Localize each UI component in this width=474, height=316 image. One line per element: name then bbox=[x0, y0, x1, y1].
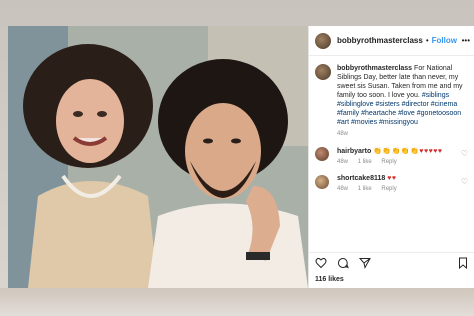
comment-item: hairbyarto 👏👏👏👏👏♥♥♥♥♥ 48w 1 like Reply ♡ bbox=[309, 137, 474, 165]
comment-reply-button[interactable]: Reply bbox=[381, 159, 396, 165]
author-avatar[interactable] bbox=[315, 32, 331, 49]
comment-heart-icon[interactable]: ♡ bbox=[461, 177, 468, 186]
comment-time: 48w bbox=[337, 186, 349, 192]
comment-meta: 48w 1 like Reply bbox=[337, 159, 455, 165]
more-icon[interactable]: ••• bbox=[462, 36, 470, 45]
bottom-background bbox=[0, 288, 474, 316]
comment-username[interactable]: hairbyarto bbox=[337, 148, 371, 155]
post-side-panel: bobbyrothmasterclass • Follow ••• bobbyr… bbox=[308, 26, 474, 288]
comment-icon[interactable] bbox=[337, 257, 349, 269]
header-separator: • bbox=[425, 36, 429, 45]
caption-avatar[interactable] bbox=[315, 64, 331, 80]
comment-avatar[interactable] bbox=[315, 175, 329, 189]
comment-item: shortcake8118 ♥♥ 48w 1 like Reply ♡ bbox=[309, 165, 474, 192]
comment-body: hairbyarto 👏👏👏👏👏♥♥♥♥♥ 48w 1 like Reply bbox=[337, 147, 455, 165]
comment-time: 48w bbox=[337, 159, 349, 165]
comment-avatar[interactable] bbox=[315, 147, 329, 161]
post-actions-bar bbox=[309, 252, 474, 272]
comment-heart-emojis: ♥♥♥♥♥ bbox=[419, 148, 443, 155]
comment-body: shortcake8118 ♥♥ 48w 1 like Reply bbox=[337, 175, 455, 192]
post-header: bobbyrothmasterclass • Follow ••• bbox=[309, 26, 474, 56]
screenshot-frame: bobbyrothmasterclass • Follow ••• bobbyr… bbox=[0, 0, 474, 316]
photo-illustration bbox=[8, 26, 308, 288]
comment-likes[interactable]: 1 like bbox=[358, 159, 372, 165]
comment-text: shortcake8118 ♥♥ bbox=[337, 175, 455, 182]
bookmark-icon[interactable] bbox=[457, 257, 469, 269]
comment-heart-icon[interactable]: ♡ bbox=[461, 149, 468, 158]
heart-icon[interactable] bbox=[315, 257, 327, 269]
comment-meta: 48w 1 like Reply bbox=[337, 186, 455, 192]
author-username[interactable]: bobbyrothmasterclass bbox=[337, 36, 423, 45]
post-photo[interactable] bbox=[8, 26, 308, 288]
caption-text: bobbyrothmasterclass For National Siblin… bbox=[337, 64, 468, 127]
comment-username[interactable]: shortcake8118 bbox=[337, 175, 385, 182]
caption-block: bobbyrothmasterclass For National Siblin… bbox=[309, 56, 474, 127]
comment-text: hairbyarto 👏👏👏👏👏♥♥♥♥♥ bbox=[337, 147, 455, 155]
comment-likes[interactable]: 1 like bbox=[358, 186, 372, 192]
share-icon[interactable] bbox=[359, 257, 371, 269]
comment-heart-emojis: ♥♥ bbox=[387, 175, 397, 182]
comment-reply-button[interactable]: Reply bbox=[381, 186, 396, 192]
comment-clap-emojis: 👏👏👏👏👏 bbox=[373, 148, 420, 155]
likes-count[interactable]: 116 likes bbox=[315, 276, 344, 283]
caption-username[interactable]: bobbyrothmasterclass bbox=[337, 65, 412, 72]
follow-button[interactable]: Follow bbox=[432, 36, 457, 45]
